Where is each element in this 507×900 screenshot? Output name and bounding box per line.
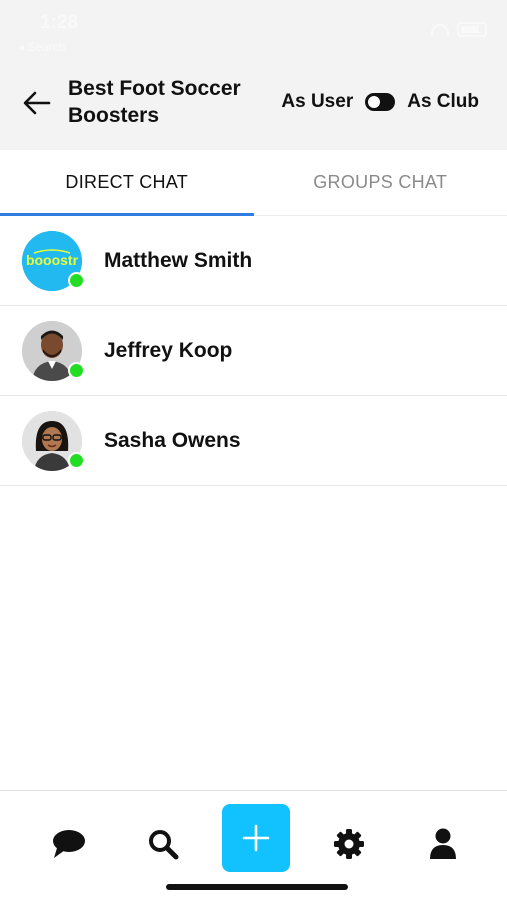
avatar (22, 320, 85, 381)
chat-list: booostr Matthew Smith Jeffrey Koop Sasha… (0, 216, 507, 486)
home-indicator (166, 884, 348, 890)
status-back-link[interactable]: ◂ Search (18, 40, 65, 54)
avatar-text: booostr (26, 252, 79, 268)
list-item[interactable]: Jeffrey Koop (0, 306, 507, 396)
online-indicator (68, 451, 85, 469)
arrow-left-icon (23, 91, 51, 115)
status-bar: 1:28 ◂ Search (0, 0, 507, 55)
nav-profile-button[interactable] (418, 819, 468, 869)
list-item[interactable]: booostr Matthew Smith (0, 216, 507, 306)
user-icon (430, 828, 456, 859)
search-icon (149, 830, 179, 860)
chat-icon (53, 830, 85, 858)
tab-direct-chat[interactable]: DIRECT CHAT (0, 150, 254, 216)
battery-icon (457, 22, 487, 37)
gear-icon (334, 829, 364, 859)
mode-label-user: As User (281, 91, 354, 112)
nav-chats-button[interactable] (44, 819, 94, 869)
contact-name: Sasha Owens (104, 428, 241, 452)
header: 1:28 ◂ Search Best Foot Soccer Boosters … (0, 0, 507, 150)
tab-groups-chat[interactable]: GROUPS CHAT (254, 150, 507, 215)
mode-switch: As User As Club (281, 91, 479, 113)
page-title: Best Foot Soccer Boosters (68, 77, 241, 127)
online-indicator (68, 271, 85, 289)
plus-icon (242, 824, 270, 852)
online-indicator (68, 361, 85, 379)
nav-settings-button[interactable] (324, 819, 374, 869)
status-icons (431, 22, 487, 37)
status-time: 1:28 (40, 12, 79, 33)
toggle-knob (368, 96, 381, 108)
back-button[interactable] (20, 86, 54, 120)
add-button[interactable] (222, 804, 290, 872)
wifi-icon (431, 23, 449, 36)
avatar: booostr (22, 230, 85, 291)
avatar (22, 410, 85, 471)
chat-tabs: DIRECT CHAT GROUPS CHAT (0, 150, 507, 216)
contact-name: Matthew Smith (104, 248, 253, 272)
nav-search-button[interactable] (138, 819, 188, 869)
mode-label-club: As Club (407, 91, 479, 112)
contact-name: Jeffrey Koop (104, 338, 233, 362)
list-item[interactable]: Sasha Owens (0, 396, 507, 486)
mode-toggle[interactable] (365, 93, 396, 111)
